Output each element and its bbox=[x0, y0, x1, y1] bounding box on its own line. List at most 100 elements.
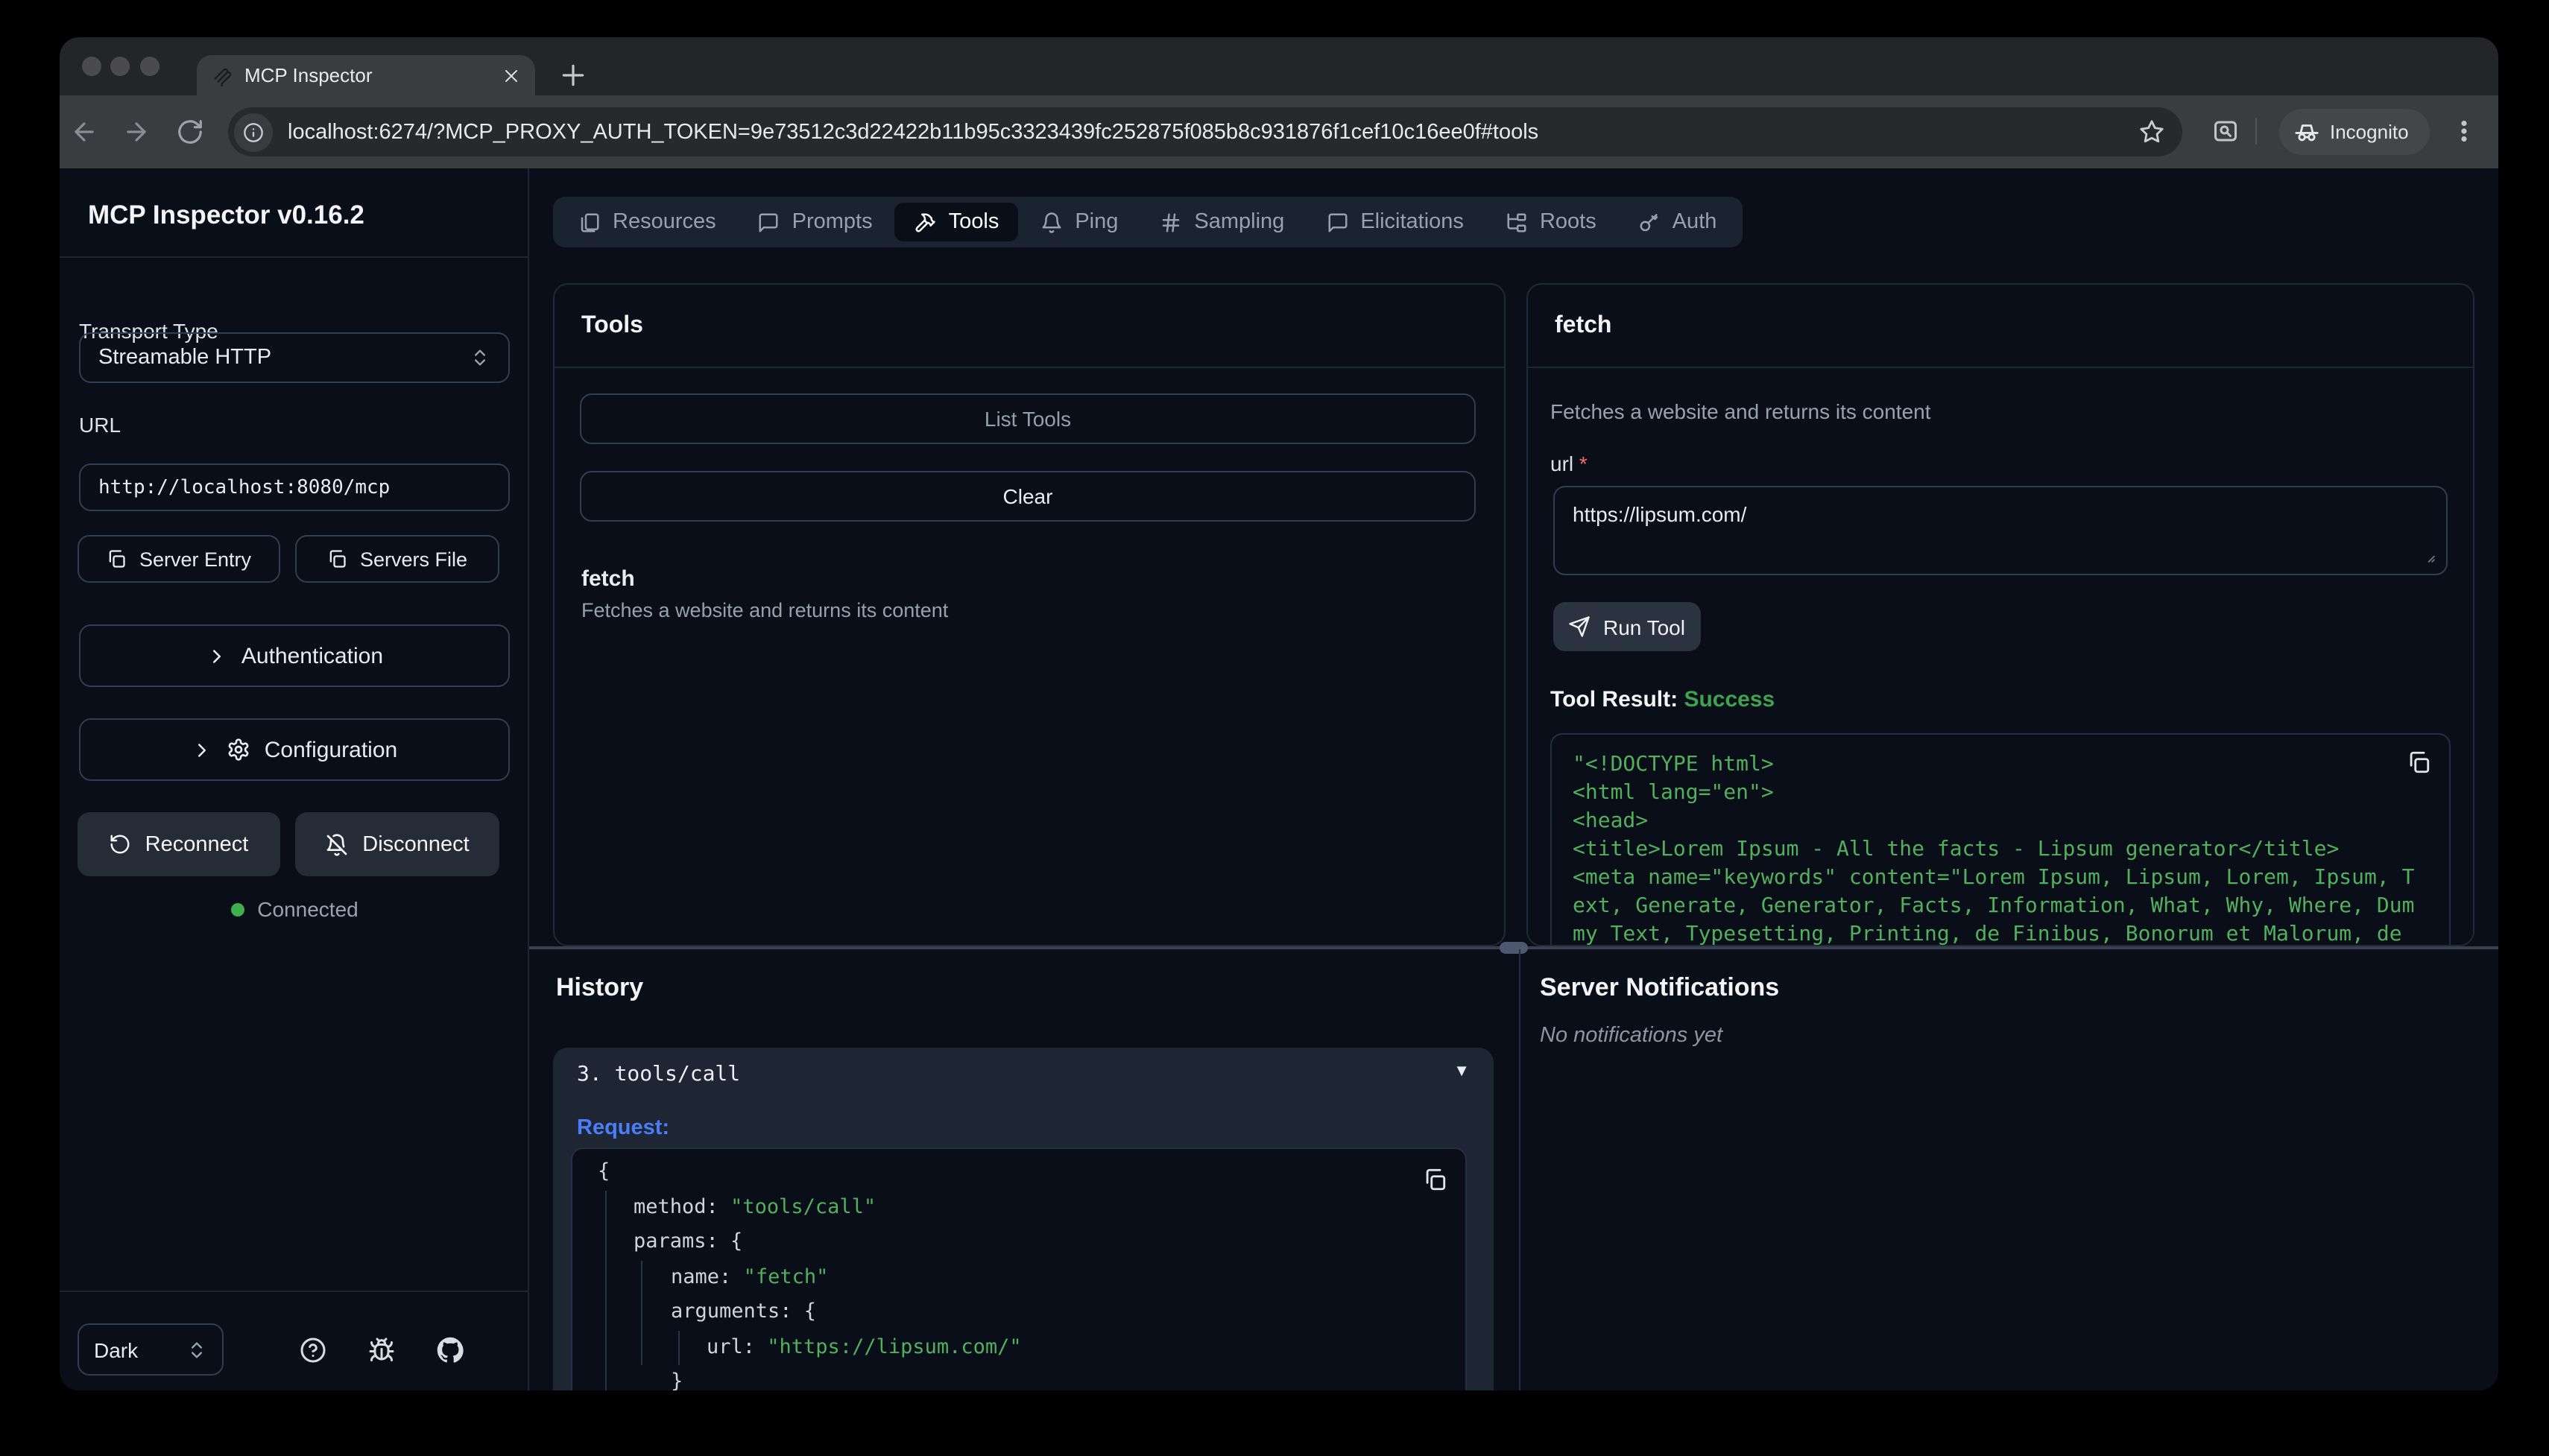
tab-auth[interactable]: Auth bbox=[1619, 203, 1737, 241]
json-line: { bbox=[572, 1155, 1465, 1190]
tab-elicitations[interactable]: Elicitations bbox=[1307, 203, 1483, 241]
search-tabs-icon[interactable] bbox=[2212, 118, 2239, 145]
resize-grip-icon[interactable] bbox=[2425, 553, 2442, 569]
result-line: <meta name="keywords" content="Lorem Ips… bbox=[1573, 864, 2428, 893]
server-notifications-title: Server Notifications bbox=[1540, 973, 1779, 1003]
theme-select[interactable]: Dark bbox=[78, 1323, 224, 1376]
result-line: <head> bbox=[1573, 808, 2428, 836]
tab-tools[interactable]: Tools bbox=[895, 203, 1019, 241]
reconnect-button[interactable]: Reconnect bbox=[78, 812, 280, 876]
indent-guide bbox=[641, 1261, 642, 1365]
tab-roots[interactable]: Roots bbox=[1486, 203, 1616, 241]
files-icon bbox=[578, 211, 601, 233]
transport-type-value: Streamable HTTP bbox=[98, 346, 470, 370]
tab-close-icon[interactable] bbox=[502, 66, 520, 84]
json-line: } bbox=[572, 1365, 1465, 1390]
sidebar-footer: Dark bbox=[60, 1291, 529, 1390]
copy-request-icon[interactable] bbox=[1422, 1167, 1447, 1192]
resizer-grip[interactable] bbox=[1500, 942, 1528, 954]
rotate-ccw-icon bbox=[110, 833, 132, 855]
list-tools-button[interactable]: List Tools bbox=[580, 393, 1476, 444]
main-content: Resources Prompts Tools Ping bbox=[529, 168, 2498, 1390]
incognito-badge: Incognito bbox=[2279, 109, 2430, 155]
message-square-icon bbox=[1326, 211, 1348, 233]
site-info-icon[interactable] bbox=[234, 113, 273, 151]
github-icon[interactable] bbox=[437, 1337, 464, 1364]
tab-resources[interactable]: Resources bbox=[559, 203, 736, 241]
chevrons-up-down-icon bbox=[186, 1339, 207, 1360]
tools-panel: Tools List Tools Clear fetch Fetches a w… bbox=[553, 283, 1506, 946]
server-entry-label: Server Entry bbox=[139, 548, 251, 570]
request-json-block[interactable]: { method: "tools/call" params: { name: "… bbox=[571, 1148, 1467, 1390]
browser-tabstrip: MCP Inspector bbox=[60, 37, 2498, 95]
toolbar-divider bbox=[2255, 118, 2257, 145]
indent-guide bbox=[678, 1331, 680, 1365]
bookmark-star-icon[interactable] bbox=[2139, 119, 2164, 145]
incognito-icon bbox=[2294, 119, 2319, 145]
copy-result-icon[interactable] bbox=[2406, 750, 2431, 775]
tab-label: Auth bbox=[1673, 210, 1717, 234]
tab-sampling[interactable]: Sampling bbox=[1140, 203, 1304, 241]
bell-off-icon bbox=[325, 832, 349, 856]
tab-ping[interactable]: Ping bbox=[1021, 203, 1137, 241]
authentication-button[interactable]: Authentication bbox=[79, 624, 510, 687]
collapse-caret-icon[interactable]: ▼ bbox=[1453, 1063, 1470, 1080]
chevrons-up-down-icon bbox=[470, 347, 490, 368]
result-line: my Text, Typesetting, Printing, de Finib… bbox=[1573, 921, 2428, 946]
tab-prompts[interactable]: Prompts bbox=[739, 203, 892, 241]
folder-tree-icon bbox=[1506, 211, 1528, 233]
transport-type-select[interactable]: Streamable HTTP bbox=[79, 332, 510, 383]
horizontal-resizer[interactable] bbox=[529, 946, 2498, 949]
required-asterisk: * bbox=[1579, 452, 1588, 475]
result-line: <title>Lorem Ipsum - All the facts - Lip… bbox=[1573, 836, 2428, 864]
connected-label: Connected bbox=[257, 897, 358, 921]
traffic-light-minimize[interactable] bbox=[110, 57, 130, 76]
notifications-empty-text: No notifications yet bbox=[1540, 1024, 1722, 1048]
server-entry-button[interactable]: Server Entry bbox=[78, 535, 280, 583]
back-button[interactable] bbox=[70, 118, 98, 146]
result-status-badge: Success bbox=[1684, 687, 1775, 712]
copy-icon bbox=[107, 548, 127, 569]
tool-result-code-block[interactable]: "<!DOCTYPE html> <html lang="en"> <head>… bbox=[1550, 733, 2451, 946]
run-tool-button[interactable]: Run Tool bbox=[1553, 602, 1701, 651]
tab-label: Elicitations bbox=[1360, 210, 1464, 234]
server-url-input[interactable]: http://localhost:8080/mcp bbox=[79, 463, 510, 511]
tool-result-label: Tool Result: Success bbox=[1550, 687, 1775, 712]
url-textarea[interactable]: https://lipsum.com/ bbox=[1553, 486, 2448, 575]
json-line: arguments: { bbox=[572, 1295, 1465, 1330]
tab-label: Prompts bbox=[792, 210, 873, 234]
sidebar-header: MCP Inspector v0.16.2 bbox=[60, 168, 528, 258]
address-bar[interactable]: localhost:6274/?MCP_PROXY_AUTH_TOKEN=9e7… bbox=[228, 107, 2182, 156]
result-line: "<!DOCTYPE html> bbox=[1573, 751, 2428, 779]
json-line: params: { bbox=[572, 1225, 1465, 1260]
copy-icon bbox=[327, 548, 348, 569]
tools-panel-title: Tools bbox=[581, 313, 643, 340]
bug-report-icon[interactable] bbox=[368, 1337, 395, 1364]
traffic-light-zoom[interactable] bbox=[140, 57, 159, 76]
fetch-panel-title: fetch bbox=[1555, 313, 1611, 340]
reload-button[interactable] bbox=[176, 118, 204, 146]
mcp-favicon-icon bbox=[212, 65, 233, 86]
feature-tabbar: Resources Prompts Tools Ping bbox=[553, 197, 1742, 247]
help-icon[interactable] bbox=[300, 1337, 326, 1364]
tool-list-item[interactable]: fetch bbox=[581, 566, 635, 592]
browser-tab[interactable]: MCP Inspector bbox=[197, 55, 535, 95]
new-tab-button[interactable] bbox=[552, 54, 593, 95]
result-line: ext, Generate, Generator, Facts, Informa… bbox=[1573, 893, 2428, 921]
tab-title: MCP Inspector bbox=[244, 64, 502, 86]
traffic-light-close[interactable] bbox=[82, 57, 101, 76]
history-entry-label[interactable]: 3. tools/call bbox=[577, 1063, 740, 1086]
servers-file-button[interactable]: Servers File bbox=[295, 535, 499, 583]
fetch-panel-header: fetch bbox=[1528, 285, 2473, 368]
forward-button[interactable] bbox=[122, 118, 151, 146]
message-square-icon bbox=[758, 211, 780, 233]
history-entry-card: 3. tools/call ▼ Request: { method: "tool… bbox=[553, 1048, 1494, 1390]
configuration-button[interactable]: Configuration bbox=[79, 718, 510, 781]
result-line: <html lang="en"> bbox=[1573, 779, 2428, 808]
hash-icon bbox=[1160, 211, 1182, 233]
clear-button[interactable]: Clear bbox=[580, 471, 1476, 522]
browser-menu-icon[interactable] bbox=[2451, 118, 2477, 145]
reconnect-label: Reconnect bbox=[145, 832, 249, 856]
disconnect-button[interactable]: Disconnect bbox=[295, 812, 499, 876]
url-textarea-value: https://lipsum.com/ bbox=[1573, 502, 1746, 526]
